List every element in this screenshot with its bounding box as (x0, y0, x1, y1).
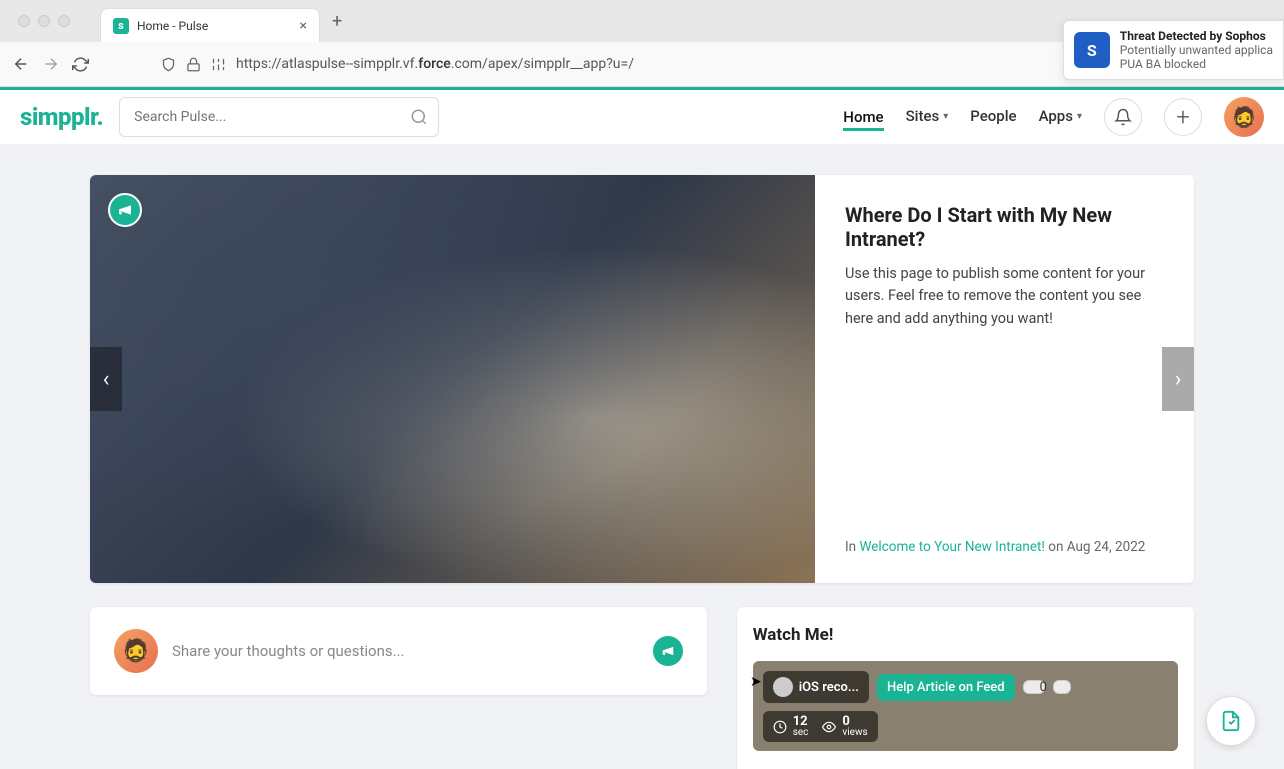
reload-button[interactable] (72, 56, 89, 73)
watch-card: Watch Me! iOS reco... Help Article on Fe… (737, 607, 1194, 769)
mouse-cursor: ➤ (750, 674, 762, 690)
hero-card: ‹ › Where Do I Start with My New Intrane… (90, 175, 1194, 583)
search-wrap (119, 97, 439, 137)
compose-avatar: 🧔 (114, 629, 158, 673)
minimize-window[interactable] (38, 15, 50, 27)
nav-apps[interactable]: Apps▾ (1039, 107, 1082, 127)
hero-description: Use this page to publish some content fo… (845, 263, 1164, 330)
back-button[interactable] (12, 55, 30, 73)
window-controls[interactable] (8, 15, 80, 27)
hero-meta: In Welcome to Your New Intranet! on Aug … (845, 539, 1164, 555)
hero-image: ‹ (90, 175, 815, 583)
tab-title: Home - Pulse (137, 19, 292, 33)
hero-title: Where Do I Start with My New Intranet? (845, 203, 1164, 251)
sophos-icon: S (1074, 32, 1110, 68)
hero-text: Where Do I Start with My New Intranet? U… (815, 175, 1194, 583)
carousel-prev[interactable]: ‹ (90, 347, 122, 411)
clock-icon (773, 720, 787, 734)
new-tab-button[interactable]: + (332, 11, 342, 32)
search-icon[interactable] (405, 103, 433, 131)
notification-text: Threat Detected by Sophos Potentially un… (1120, 29, 1273, 71)
main-nav: Home Sites▾ People Apps▾ + 🧔 (843, 97, 1264, 137)
settings-icon (211, 57, 226, 72)
link-pill[interactable] (1053, 680, 1071, 694)
megaphone-icon (108, 193, 142, 227)
duration-stat: 12sec 0views (763, 711, 878, 742)
app-header: simpplr. Home Sites▾ People Apps▾ + 🧔 (0, 87, 1284, 145)
nav-people[interactable]: People (970, 107, 1016, 127)
url-text: https://atlaspulse--simpplr.vf.force.com… (236, 56, 634, 72)
carousel-next[interactable]: › (1162, 347, 1194, 411)
chevron-down-icon: ▾ (943, 111, 948, 122)
maximize-window[interactable] (58, 15, 70, 27)
compose-card: 🧔 Share your thoughts or questions... (90, 607, 707, 695)
main-content: ‹ › Where Do I Start with My New Intrane… (0, 145, 1284, 769)
shield-icon (161, 57, 176, 72)
megaphone-icon[interactable] (653, 636, 683, 666)
tab-favicon: s (113, 18, 129, 34)
video-embed[interactable]: iOS reco... Help Article on Feed 0 12sec (753, 661, 1178, 751)
watch-title: Watch Me! (753, 625, 1178, 645)
comments-pill[interactable]: 0 (1023, 680, 1045, 694)
video-title-pill: iOS reco... (763, 671, 869, 703)
hero-meta-link[interactable]: Welcome to Your New Intranet! (859, 539, 1044, 555)
close-tab-icon[interactable]: × (300, 18, 307, 34)
video-badge: Help Article on Feed (877, 674, 1015, 701)
browser-tab[interactable]: s Home - Pulse × (100, 8, 320, 42)
notifications-button[interactable] (1104, 98, 1142, 136)
nav-sites[interactable]: Sites▾ (906, 107, 949, 127)
user-avatar[interactable]: 🧔 (1224, 97, 1264, 137)
system-notification[interactable]: S Threat Detected by Sophos Potentially … (1063, 20, 1284, 80)
eye-icon (822, 720, 836, 734)
forward-button[interactable] (42, 55, 60, 73)
chevron-down-icon: ▾ (1077, 111, 1082, 122)
add-button[interactable]: + (1164, 98, 1202, 136)
close-window[interactable] (18, 15, 30, 27)
lock-icon (186, 57, 201, 72)
logo[interactable]: simpplr. (20, 103, 103, 131)
search-input[interactable] (119, 97, 439, 137)
nav-home[interactable]: Home (843, 103, 883, 131)
compose-fab[interactable] (1206, 696, 1256, 746)
compose-input[interactable]: Share your thoughts or questions... (172, 642, 639, 660)
video-author-avatar (773, 677, 793, 697)
